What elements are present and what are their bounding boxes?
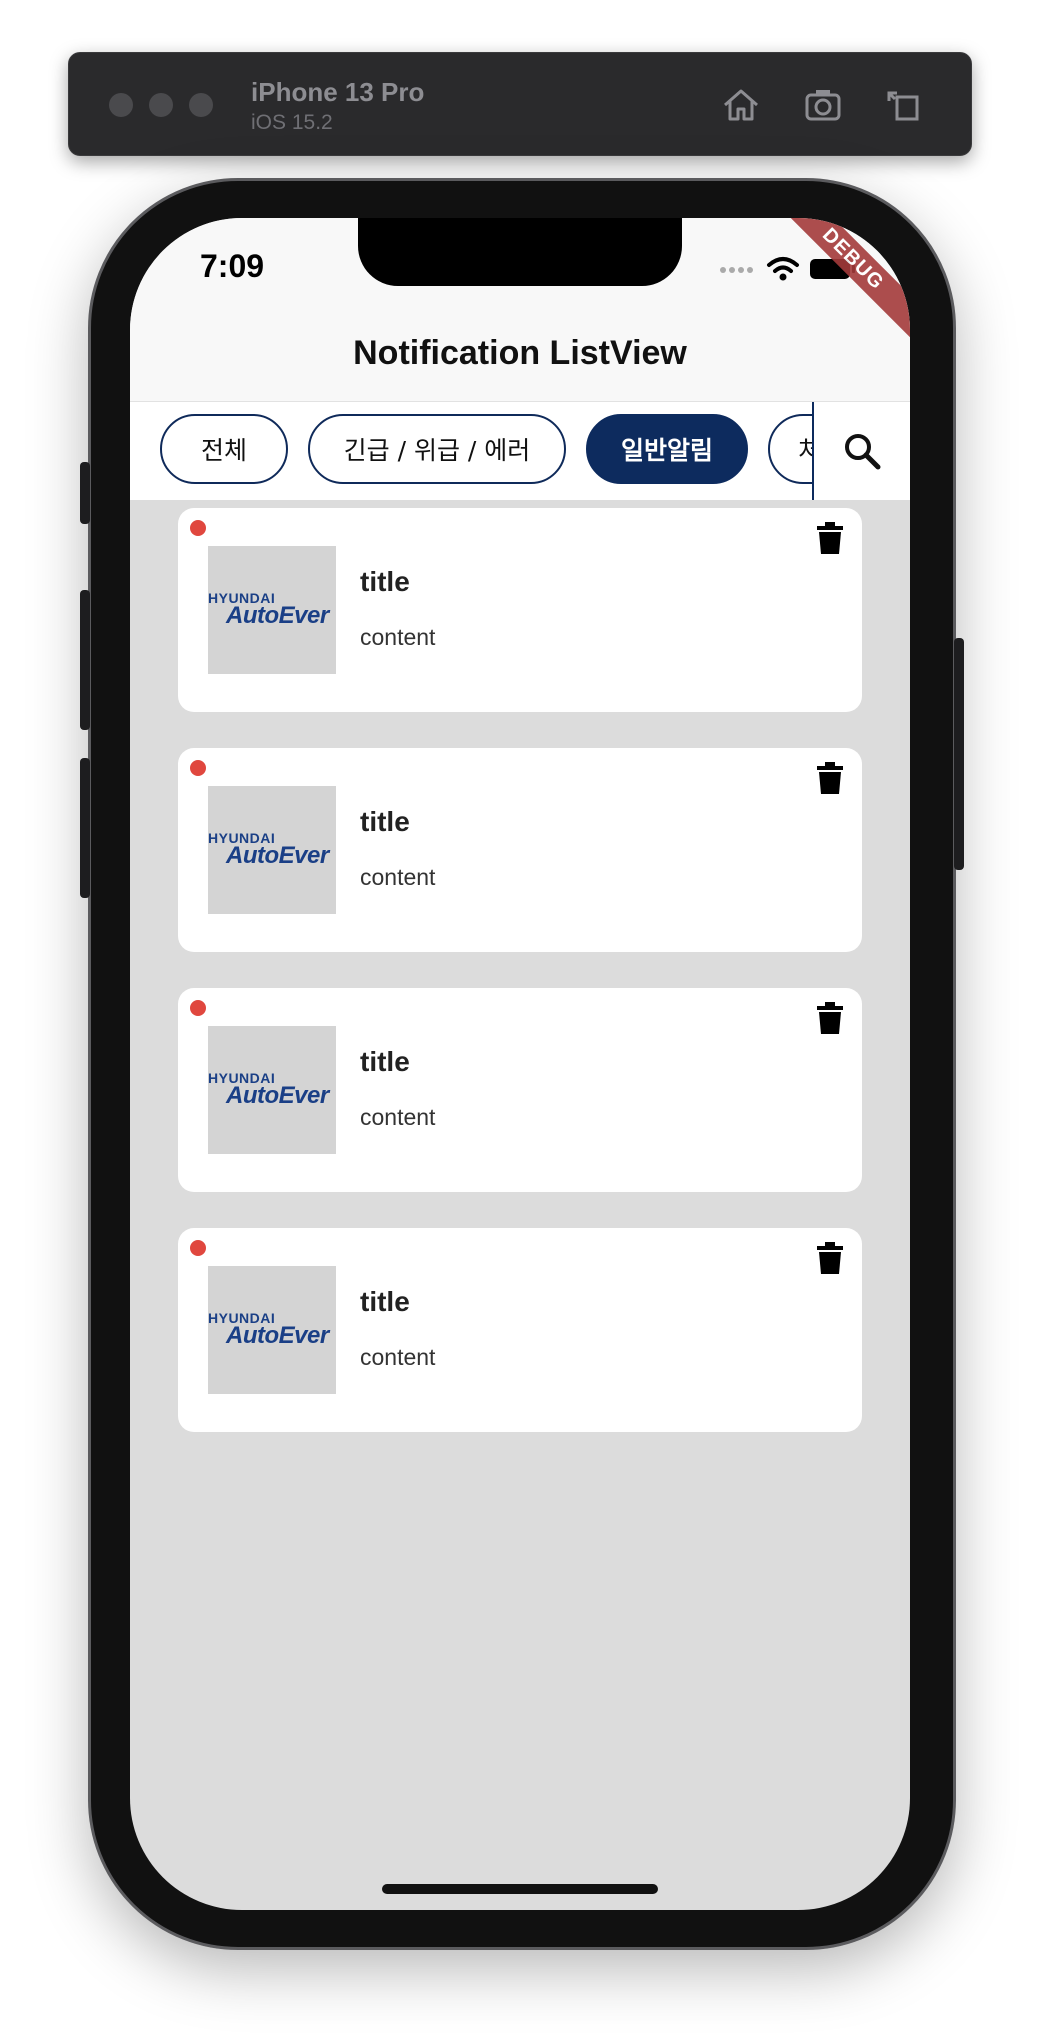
status-time: 7:09 bbox=[200, 248, 265, 284]
camera-icon bbox=[805, 90, 841, 121]
volume-down-button[interactable] bbox=[80, 758, 90, 898]
signal-icon bbox=[720, 260, 756, 278]
notch bbox=[358, 218, 682, 286]
logo-text-bottom: AutoEver bbox=[226, 1322, 329, 1349]
filter-chip-all[interactable]: 전체 bbox=[160, 414, 288, 484]
zoom-window-button[interactable] bbox=[189, 93, 213, 117]
delete-button[interactable] bbox=[816, 522, 844, 554]
notification-content: content bbox=[360, 624, 436, 650]
home-indicator[interactable] bbox=[382, 1884, 658, 1894]
notification-card[interactable]: HYUNDAI AutoEver title content bbox=[178, 988, 862, 1192]
home-icon bbox=[724, 89, 758, 121]
app-bar: 7:09 Notification ListView bbox=[130, 218, 910, 402]
search-icon bbox=[845, 434, 881, 470]
filter-chip-label: 일반알림 bbox=[620, 436, 713, 465]
device-name: iPhone 13 Pro bbox=[251, 77, 425, 107]
notification-thumbnail: HYUNDAI AutoEver bbox=[208, 786, 336, 914]
unread-indicator bbox=[190, 1240, 206, 1256]
unread-indicator bbox=[190, 760, 206, 776]
delete-button[interactable] bbox=[816, 1242, 844, 1274]
logo-text-bottom: AutoEver bbox=[226, 602, 329, 629]
trash-icon bbox=[817, 1002, 843, 1034]
notification-title: title bbox=[360, 1046, 410, 1077]
page-title: Notification ListView bbox=[353, 334, 687, 372]
unread-indicator bbox=[190, 1000, 206, 1016]
trash-icon bbox=[817, 522, 843, 554]
search-button[interactable] bbox=[812, 402, 910, 500]
notification-title: title bbox=[360, 806, 410, 837]
notification-card[interactable]: HYUNDAI AutoEver title content bbox=[178, 1228, 862, 1432]
notification-content: content bbox=[360, 1344, 436, 1370]
trash-icon bbox=[817, 762, 843, 794]
filter-chip-general[interactable]: 일반알림 bbox=[586, 414, 748, 484]
unread-indicator bbox=[190, 520, 206, 536]
minimize-window-button[interactable] bbox=[149, 93, 173, 117]
filter-chip-urgent[interactable]: 긴급 / 위급 / 에러 bbox=[308, 414, 566, 484]
notification-thumbnail: HYUNDAI AutoEver bbox=[208, 546, 336, 674]
logo-text-bottom: AutoEver bbox=[226, 842, 329, 869]
logo-text-bottom: AutoEver bbox=[226, 1082, 329, 1109]
volume-up-button[interactable] bbox=[80, 590, 90, 730]
rotate-button[interactable] bbox=[879, 81, 927, 129]
delete-button[interactable] bbox=[816, 762, 844, 794]
notification-content: content bbox=[360, 1104, 436, 1130]
notification-title: title bbox=[360, 566, 410, 597]
simulator-toolbar: iPhone 13 Pro iOS 15.2 bbox=[68, 52, 972, 156]
trash-icon bbox=[817, 1242, 843, 1274]
power-button[interactable] bbox=[954, 638, 964, 870]
wifi-icon bbox=[767, 257, 799, 281]
phone-screen: 7:09 Notification ListView DEBUG 전체 긴급 /… bbox=[130, 218, 910, 1910]
notification-card[interactable]: HYUNDAI AutoEver title content bbox=[178, 508, 862, 712]
notification-card[interactable]: HYUNDAI AutoEver title content bbox=[178, 748, 862, 952]
filter-chip-label: 전체 bbox=[200, 436, 247, 465]
os-version: iOS 15.2 bbox=[251, 111, 333, 134]
filter-chip-label: 긴급 / 위급 / 에러 bbox=[343, 436, 531, 465]
notification-title: title bbox=[360, 1286, 410, 1317]
mute-switch[interactable] bbox=[80, 462, 90, 524]
notification-thumbnail: HYUNDAI AutoEver bbox=[208, 1026, 336, 1154]
rotate-icon bbox=[887, 91, 919, 121]
status-icons bbox=[720, 256, 855, 282]
notification-thumbnail: HYUNDAI AutoEver bbox=[208, 1266, 336, 1394]
screenshot-button[interactable] bbox=[799, 81, 847, 129]
home-button[interactable] bbox=[717, 81, 765, 129]
filter-bar: 전체 긴급 / 위급 / 에러 일반알림 처 bbox=[130, 402, 910, 500]
delete-button[interactable] bbox=[816, 1002, 844, 1034]
notification-content: content bbox=[360, 864, 436, 890]
close-window-button[interactable] bbox=[109, 93, 133, 117]
